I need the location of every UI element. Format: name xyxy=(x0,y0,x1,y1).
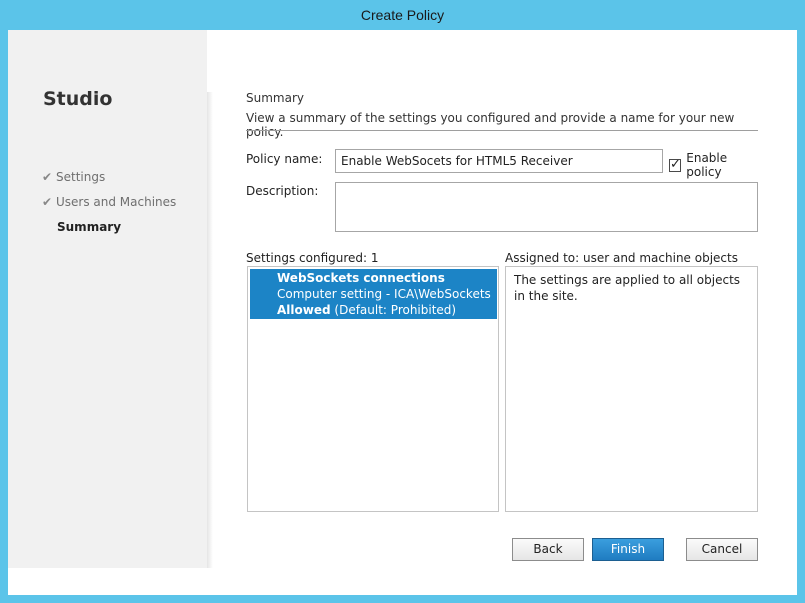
window-title: Create Policy xyxy=(360,7,445,23)
cancel-button[interactable]: Cancel xyxy=(686,538,758,561)
step-summary: Summary xyxy=(42,214,176,239)
assigned-text: The settings are applied to all objects … xyxy=(514,273,741,303)
wizard-sidebar: Studio ✔ Settings ✔ Users and Machines S… xyxy=(8,30,207,568)
back-button[interactable]: Back xyxy=(512,538,584,561)
step-label: Summary xyxy=(57,219,122,234)
policy-name-label: Policy name: xyxy=(246,152,323,166)
setting-path: Computer setting - ICA\WebSockets xyxy=(277,287,491,301)
section-heading: Summary xyxy=(246,91,304,105)
enable-policy-label: Enable policy xyxy=(686,151,728,179)
description-label: Description: xyxy=(246,184,319,198)
enable-policy-checkbox[interactable] xyxy=(669,157,682,172)
checkmark-icon: ✔ xyxy=(42,169,53,184)
section-description: View a summary of the settings you confi… xyxy=(246,111,735,139)
summary-panel: Summary View a summary of the settings y… xyxy=(246,30,761,595)
sidebar-brand: Studio xyxy=(43,88,113,110)
finish-button[interactable]: Finish xyxy=(592,538,664,561)
enable-policy-toggle[interactable]: Enable policy xyxy=(669,151,761,179)
step-settings[interactable]: ✔ Settings xyxy=(42,164,176,189)
setting-default: (Default: Prohibited) xyxy=(334,303,457,317)
assigned-to-label: Assigned to: user and machine objects xyxy=(505,251,738,265)
settings-list[interactable]: WebSockets connections Computer setting … xyxy=(247,266,499,512)
step-users-and-machines[interactable]: ✔ Users and Machines xyxy=(42,189,176,214)
sidebar-shadow xyxy=(207,92,213,568)
step-label: Users and Machines xyxy=(56,194,177,209)
assigned-to-panel: The settings are applied to all objects … xyxy=(505,266,758,512)
settings-configured-label: Settings configured: 1 xyxy=(246,251,379,265)
policy-name-input[interactable] xyxy=(335,149,663,173)
wizard-steps: ✔ Settings ✔ Users and Machines Summary xyxy=(42,164,176,239)
description-input[interactable] xyxy=(335,182,758,232)
checkmark-icon: ✔ xyxy=(42,194,53,209)
step-label: Settings xyxy=(56,169,106,184)
divider xyxy=(246,130,758,131)
list-item[interactable]: WebSockets connections Computer setting … xyxy=(250,269,497,319)
setting-value: Allowed xyxy=(277,303,331,317)
setting-name: WebSockets connections xyxy=(277,271,445,285)
dialog-content: Studio ✔ Settings ✔ Users and Machines S… xyxy=(8,30,797,595)
